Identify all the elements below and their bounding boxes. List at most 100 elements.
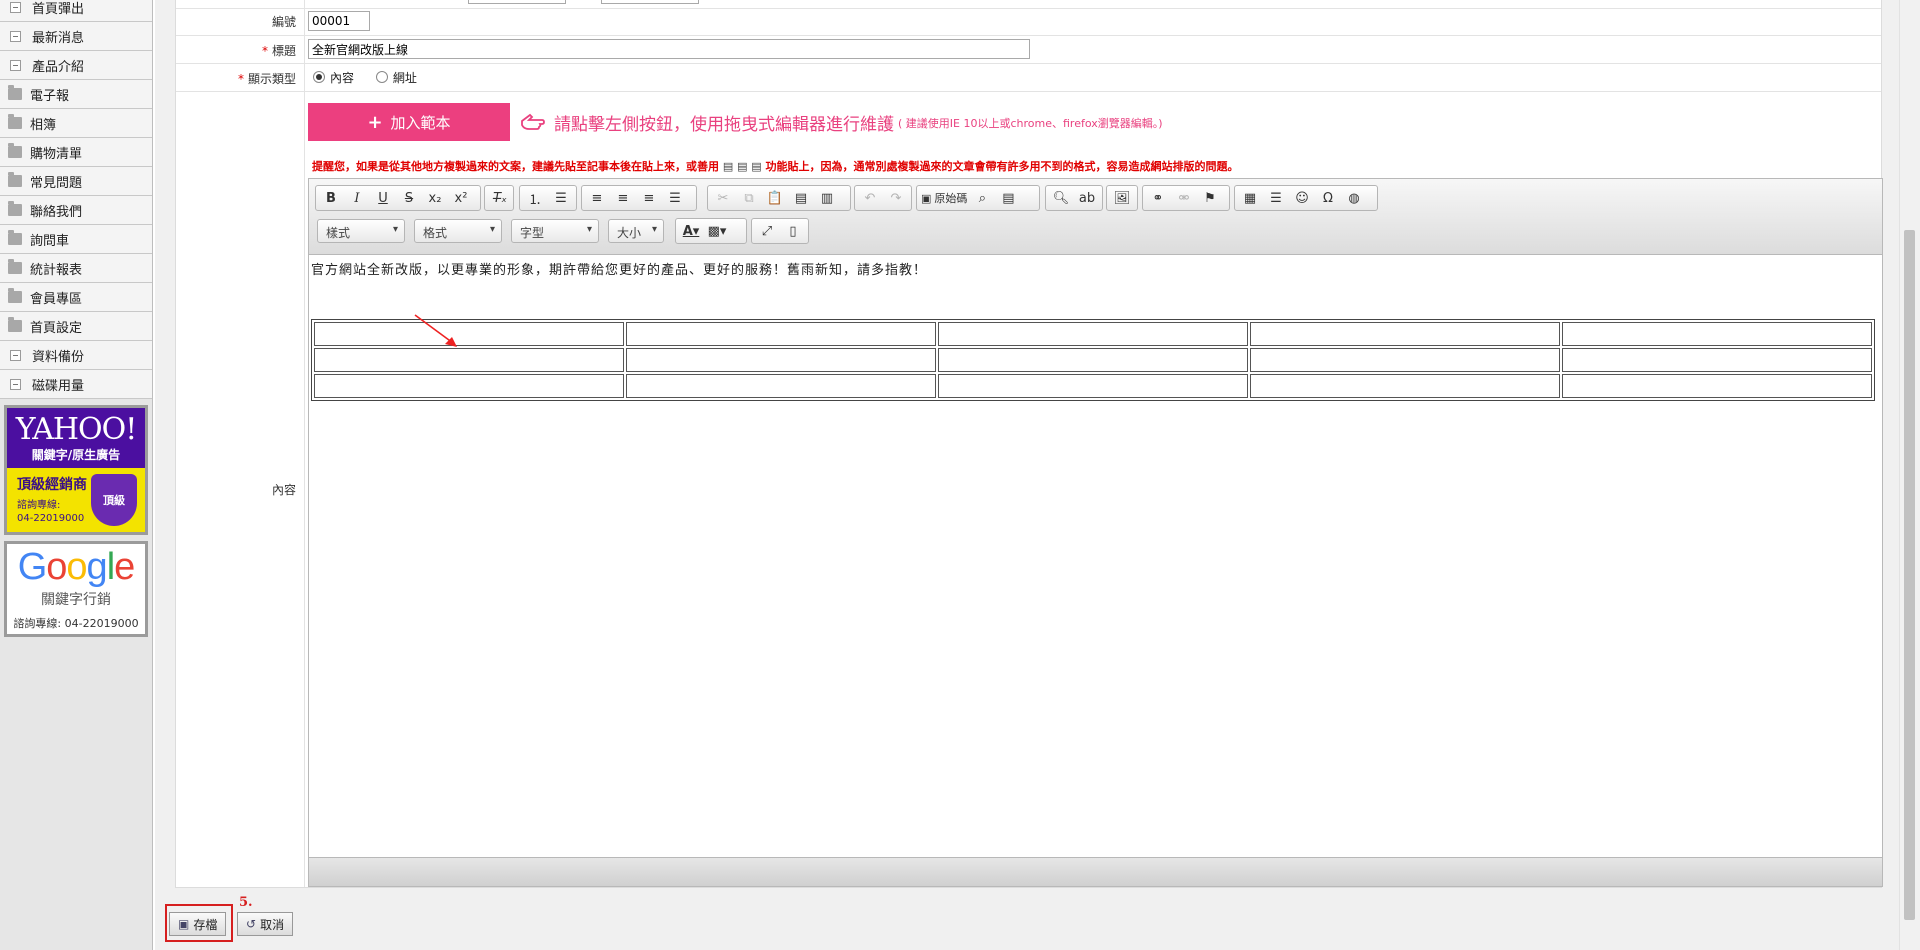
table-cell[interactable] — [1250, 374, 1560, 398]
subscript-button[interactable]: x₂ — [422, 187, 448, 209]
cut-icon[interactable]: ✂ — [710, 187, 736, 209]
editor-content-text[interactable]: 官方網站全新改版，以更專業的形象，期許帶給您更好的產品、更好的服務！舊雨新知，請… — [311, 259, 927, 278]
rich-text-editor: B I U S x₂ x² T̶ₓ ⒈ ☰ ≡ ≡ ≡ ☰ ✂ ⧉ 📋 ▤ ▥ … — [308, 178, 1883, 887]
undo-icon[interactable]: ↶ — [857, 187, 883, 209]
sidebar-item[interactable]: 聯絡我們 — [0, 196, 152, 225]
table-cell[interactable] — [314, 322, 624, 346]
table-cell[interactable] — [938, 374, 1248, 398]
numbered-list-icon[interactable]: ⒈ — [522, 187, 548, 209]
radio-url[interactable]: 網址 — [375, 71, 417, 85]
sidebar-item[interactable]: 會員專區 — [0, 283, 152, 312]
special-char-icon[interactable]: Ω — [1315, 187, 1341, 209]
text-color-icon[interactable]: A▾ — [678, 220, 704, 242]
cancel-button[interactable]: ↺ 取消 — [237, 912, 294, 936]
paste-word-icon[interactable]: ▥ — [814, 187, 840, 209]
replace-icon[interactable]: ab — [1074, 187, 1100, 209]
format-combo[interactable]: 格式 — [414, 219, 502, 243]
templates-icon[interactable]: ▤ — [995, 187, 1021, 209]
link-icon[interactable]: ⚭ — [1145, 187, 1171, 209]
table-cell[interactable] — [938, 348, 1248, 372]
sidebar-item[interactable]: 首頁彈出 — [0, 0, 152, 22]
remove-format-button[interactable]: T̶ₓ — [487, 187, 513, 209]
horizontal-rule-icon[interactable]: ☰ — [1263, 187, 1289, 209]
table-cell[interactable] — [1250, 348, 1560, 372]
sidebar-item[interactable]: 相簿 — [0, 109, 152, 138]
table-cell[interactable] — [1562, 348, 1872, 372]
font-combo[interactable]: 字型 — [511, 219, 599, 243]
yahoo-ad[interactable]: YAHOO! 關鍵字/原生廣告 頂級經銷商 諮詢專線: 04-22019000 … — [4, 405, 148, 535]
step-label: 5. — [239, 895, 253, 910]
paste-warning: 提醒您，如果是從其他地方複製過來的文案，建議先貼至記事本後在貼上來，或善用 ▤ … — [312, 160, 1239, 173]
background-color-icon[interactable]: ▩▾ — [704, 220, 730, 242]
style-combo[interactable]: 樣式 — [317, 219, 405, 243]
scrollbar-thumb[interactable] — [1904, 230, 1915, 920]
sidebar-item[interactable]: 最新消息 — [0, 22, 152, 51]
show-blocks-icon[interactable]: ▯ — [780, 220, 806, 242]
iframe-globe-icon[interactable]: ◍ — [1341, 187, 1367, 209]
radio-icon — [313, 71, 325, 83]
date-input-end[interactable] — [601, 0, 699, 4]
add-template-button[interactable]: + 加入範本 — [308, 103, 510, 141]
table-cell[interactable] — [938, 322, 1248, 346]
paste-icon[interactable]: 📋 — [762, 187, 788, 209]
table-icon[interactable]: ▦ — [1237, 187, 1263, 209]
table-cell[interactable] — [314, 374, 624, 398]
unlink-icon[interactable]: ⚮ — [1171, 187, 1197, 209]
table-cell[interactable] — [314, 348, 624, 372]
sidebar-item[interactable]: 購物清單 — [0, 138, 152, 167]
sidebar-item[interactable]: 產品介紹 — [0, 51, 152, 80]
date-input-start[interactable] — [468, 0, 566, 4]
save-button[interactable]: ▣ 存檔 — [169, 912, 227, 936]
radio-content[interactable]: 內容 — [313, 71, 354, 85]
sidebar-item-label: 常見問題 — [30, 175, 83, 191]
required-mark: * — [261, 44, 268, 58]
template-hint: 請點擊左側按鈕，使用拖曳式編輯器進行維護 ( 建議使用IE 10以上或chrom… — [520, 110, 1163, 135]
table-cell[interactable] — [1562, 374, 1872, 398]
sidebar-item-label: 購物清單 — [30, 146, 83, 162]
number-label: 編號 — [271, 15, 296, 29]
title-input[interactable] — [308, 39, 1030, 59]
sidebar-item-label: 電子報 — [30, 88, 70, 104]
content-table[interactable] — [311, 319, 1875, 401]
redo-icon[interactable]: ↷ — [883, 187, 909, 209]
strikethrough-button[interactable]: S — [396, 187, 422, 209]
table-cell[interactable] — [626, 374, 936, 398]
sidebar-item[interactable]: 電子報 — [0, 80, 152, 109]
number-input[interactable] — [308, 11, 370, 31]
bulleted-list-icon[interactable]: ☰ — [548, 187, 574, 209]
smiley-icon[interactable]: ☺ — [1289, 187, 1315, 209]
sidebar-item[interactable]: 資料備份 — [0, 341, 152, 370]
image-icon[interactable]: 🖼︎ — [1109, 187, 1135, 209]
preview-icon[interactable]: ⌕ — [969, 187, 995, 209]
plus-icon: + — [367, 111, 383, 133]
sidebar-item[interactable]: 詢問車 — [0, 225, 152, 254]
source-button[interactable]: ▣ 原始碼 — [919, 187, 969, 209]
justify-icon[interactable]: ☰ — [662, 187, 688, 209]
align-center-icon[interactable]: ≡ — [610, 187, 636, 209]
page-scrollbar[interactable] — [1899, 0, 1920, 950]
italic-button[interactable]: I — [344, 187, 370, 209]
editor-content[interactable]: 官方網站全新改版，以更專業的形象，期許帶給您更好的產品、更好的服務！舊雨新知，請… — [309, 255, 1882, 834]
size-combo[interactable]: 大小 — [608, 219, 664, 243]
align-right-icon[interactable]: ≡ — [636, 187, 662, 209]
table-cell[interactable] — [1250, 322, 1560, 346]
bold-button[interactable]: B — [318, 187, 344, 209]
search-icon[interactable]: 🔍︎ — [1048, 187, 1074, 209]
anchor-flag-icon[interactable]: ⚑ — [1197, 187, 1223, 209]
sidebar-item[interactable]: 磁碟用量 — [0, 370, 152, 399]
copy-icon[interactable]: ⧉ — [736, 187, 762, 209]
table-cell[interactable] — [626, 322, 936, 346]
maximize-icon[interactable]: ⤢ — [754, 220, 780, 242]
table-cell[interactable] — [626, 348, 936, 372]
underline-button[interactable]: U — [370, 187, 396, 209]
paste-text-icon[interactable]: ▤ — [788, 187, 814, 209]
sidebar-item[interactable]: 首頁設定 — [0, 312, 152, 341]
sidebar-item[interactable]: 常見問題 — [0, 167, 152, 196]
sidebar-item[interactable]: 統計報表 — [0, 254, 152, 283]
align-left-icon[interactable]: ≡ — [584, 187, 610, 209]
superscript-button[interactable]: x² — [448, 187, 474, 209]
table-cell[interactable] — [1562, 322, 1872, 346]
folder-icon — [8, 259, 22, 274]
google-ad[interactable]: Google 關鍵字行銷 諮詢專線: 04-22019000 — [4, 541, 148, 637]
expand-box-icon — [10, 1, 21, 13]
